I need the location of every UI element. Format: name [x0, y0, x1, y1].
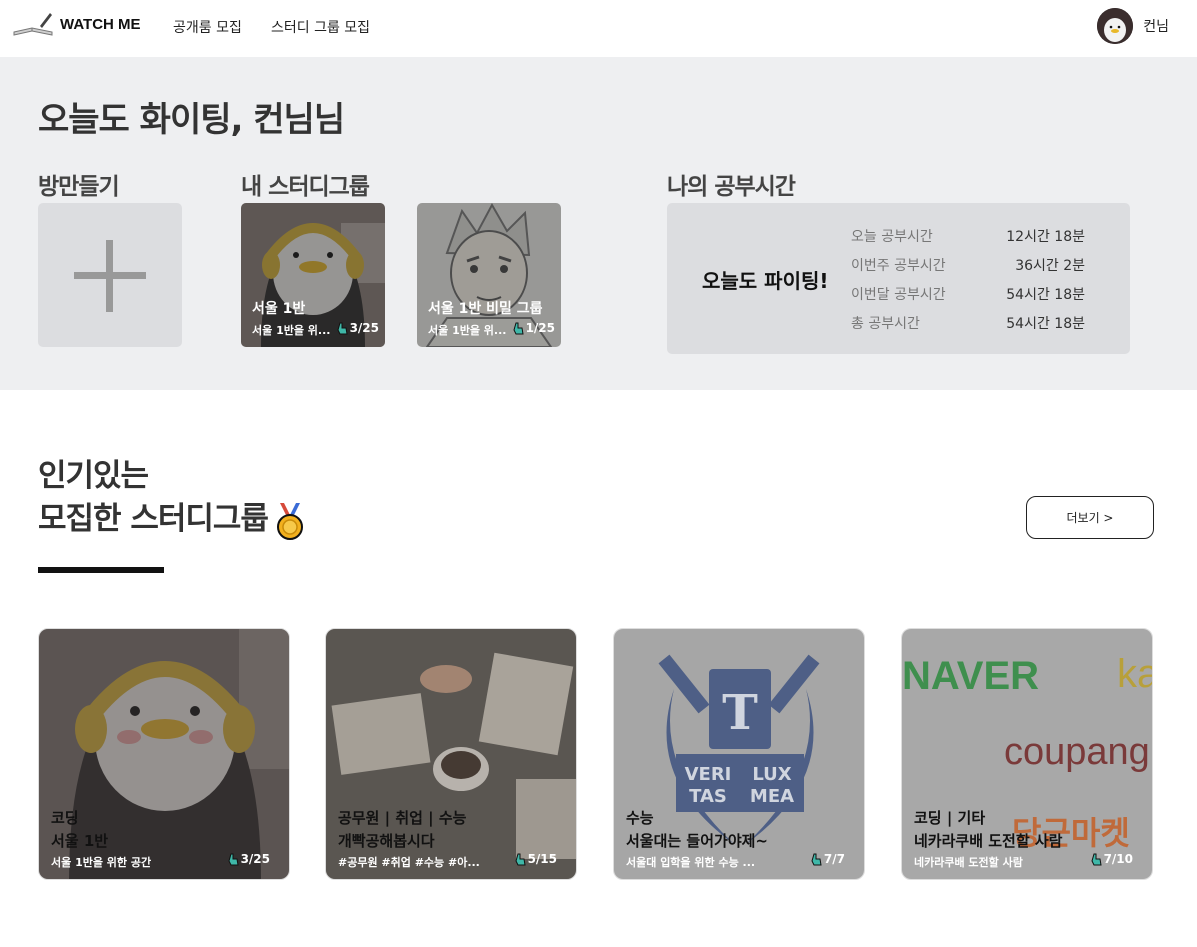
nav-study-group-recruit[interactable]: 스터디 그룹 모집 — [271, 17, 370, 37]
top-navbar: WATCH ME 공개룸 모집 스터디 그룹 모집 컨님 — [0, 0, 1197, 57]
nav-public-room-recruit[interactable]: 공개룸 모집 — [173, 17, 242, 37]
group-desc: #공무원 #취업 #수능 #아... — [338, 856, 480, 869]
group-category: 공무원 | 취업 | 수능 — [338, 809, 467, 827]
member-count-text: 5/15 — [527, 852, 557, 866]
cheer-message: 오늘도 파이팅! — [702, 269, 829, 293]
group-category: 코딩 — [51, 809, 79, 827]
group-desc: 서울 1반을 위... — [252, 324, 331, 337]
time-label: 오늘 공부시간 — [851, 229, 933, 245]
group-title: 서울 1반 비밀 그룹 — [428, 301, 543, 317]
member-hand-icon — [1091, 853, 1102, 865]
time-row-today: 오늘 공부시간 12시간 18분 — [851, 226, 1085, 246]
member-hand-icon — [513, 322, 524, 334]
svg-text:T: T — [722, 685, 758, 741]
svg-text:LUX: LUX — [752, 764, 791, 785]
more-button[interactable]: 더보기 > — [1026, 496, 1154, 539]
medal-icon — [276, 502, 303, 540]
my-group-card[interactable]: 서울 1반 서울 1반을 위... 3/25 — [241, 203, 385, 347]
popular-group-card[interactable]: T VERI LUX TAS MEA 수능 서울대는 들어가야제~ 서울대 입학… — [613, 628, 865, 880]
member-count: 3/25 — [228, 852, 270, 866]
dashboard-section: 오늘도 화이팅, 컨님님 방만들기 내 스터디그룹 나의 공부시간 서울 1반 … — [0, 57, 1197, 390]
logo[interactable]: WATCH ME — [12, 10, 141, 38]
time-row-month: 이번달 공부시간 54시간 18분 — [851, 284, 1085, 304]
group-title: 서울 1반 — [252, 301, 306, 317]
member-count-text: 1/25 — [525, 321, 555, 335]
group-title: 서울대는 들어가야제~ — [626, 832, 768, 850]
member-count: 1/25 — [513, 321, 555, 335]
member-count-text: 3/25 — [240, 852, 270, 866]
member-count-text: 3/25 — [349, 321, 379, 335]
time-value: 54시간 18분 — [1006, 287, 1085, 303]
member-count: 7/7 — [811, 852, 845, 866]
svg-text:MEA: MEA — [750, 786, 794, 807]
popular-title-line2-wrap: 모집한 스터디그룹 — [38, 498, 308, 541]
time-value: 54시간 18분 — [1006, 316, 1085, 332]
user-profile[interactable]: 컨님 — [1097, 8, 1169, 44]
member-count-text: 7/10 — [1103, 852, 1133, 866]
svg-text:coupang: coupang — [1004, 731, 1150, 773]
time-label: 총 공부시간 — [851, 316, 920, 332]
group-desc: 서울 1반을 위한 공간 — [51, 856, 152, 869]
popular-group-card[interactable]: 공무원 | 취업 | 수능 개빡공해봅시다 #공무원 #취업 #수능 #아...… — [325, 628, 577, 880]
create-room-button[interactable] — [38, 203, 182, 347]
member-count: 5/15 — [515, 852, 557, 866]
section-underline — [38, 567, 164, 573]
member-hand-icon — [515, 853, 526, 865]
time-value: 36시간 2분 — [1015, 258, 1085, 274]
my-groups-title: 내 스터디그룹 — [241, 174, 370, 200]
logo-text: WATCH ME — [60, 15, 141, 33]
group-desc: 네카라쿠배 도전할 사람 — [914, 856, 1023, 869]
time-row-total: 총 공부시간 54시간 18분 — [851, 313, 1085, 333]
book-pen-logo-icon — [13, 13, 53, 36]
study-time-panel: 오늘도 파이팅! 오늘 공부시간 12시간 18분 이번주 공부시간 36시간 … — [667, 203, 1130, 354]
popular-section-title: 인기있는 모집한 스터디그룹 — [38, 455, 308, 541]
group-title: 서울 1반 — [51, 832, 109, 850]
member-hand-icon — [337, 322, 348, 334]
group-title: 네카라쿠배 도전할 사람 — [914, 832, 1063, 850]
user-name: 컨님 — [1143, 19, 1169, 35]
member-count-text: 7/7 — [823, 852, 845, 866]
popular-title-line1: 인기있는 — [38, 458, 149, 494]
group-desc: 서울대 입학을 위한 수능 ... — [626, 856, 756, 869]
group-category: 수능 — [626, 809, 654, 827]
time-label: 이번주 공부시간 — [851, 258, 946, 274]
popular-group-card[interactable]: NAVER ka coupang 당근마켓 코딩 | 기타 네카라쿠배 도전할 … — [901, 628, 1153, 880]
group-category: 코딩 | 기타 — [914, 809, 986, 827]
make-room-title: 방만들기 — [38, 174, 120, 200]
member-hand-icon — [811, 853, 822, 865]
svg-text:TAS: TAS — [689, 786, 727, 807]
member-count: 3/25 — [337, 321, 379, 335]
time-value: 12시간 18분 — [1006, 229, 1085, 245]
member-hand-icon — [228, 853, 239, 865]
my-group-card[interactable]: 서울 1반 비밀 그룹 서울 1반을 위... 1/25 — [417, 203, 561, 347]
group-desc: 서울 1반을 위... — [428, 324, 507, 337]
popular-group-card[interactable]: 코딩 서울 1반 서울 1반을 위한 공간 3/25 — [38, 628, 290, 880]
member-count: 7/10 — [1091, 852, 1133, 866]
greeting-title: 오늘도 화이팅, 컨님님 — [38, 100, 345, 140]
svg-text:VERI: VERI — [685, 764, 732, 785]
study-time-title: 나의 공부시간 — [667, 174, 796, 200]
time-row-week: 이번주 공부시간 36시간 2분 — [851, 255, 1085, 275]
svg-text:ka: ka — [1117, 652, 1153, 696]
svg-text:NAVER: NAVER — [902, 654, 1039, 698]
time-label: 이번달 공부시간 — [851, 287, 946, 303]
avatar — [1097, 8, 1134, 44]
group-title: 개빡공해봅시다 — [338, 832, 435, 850]
popular-title-line2: 모집한 스터디그룹 — [38, 501, 269, 537]
